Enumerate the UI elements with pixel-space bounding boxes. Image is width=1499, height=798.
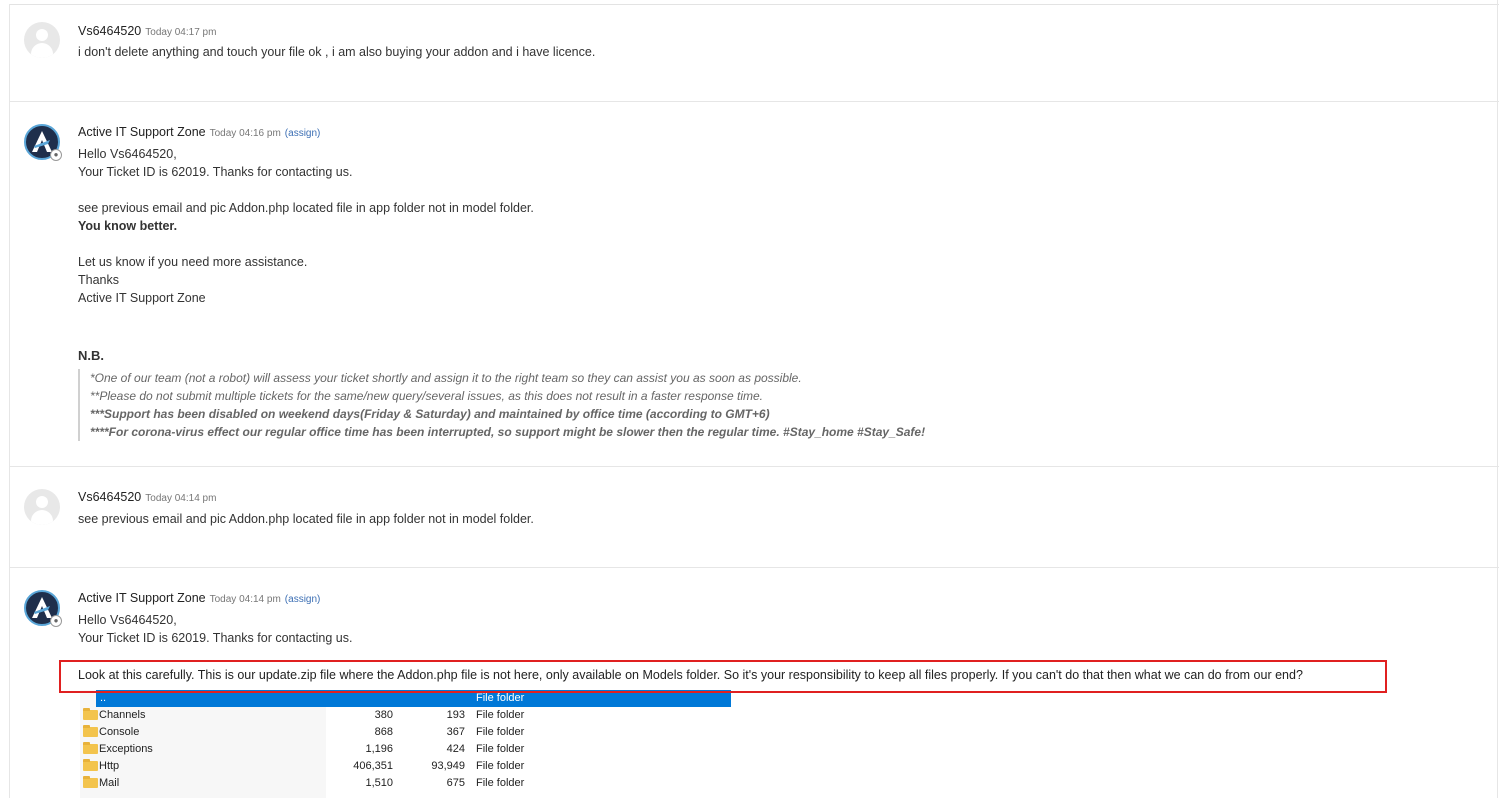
file-size: 1,510	[365, 777, 393, 789]
file-size: 868	[374, 726, 393, 738]
assign-link[interactable]: (assign)	[285, 128, 321, 139]
file-name: Console	[99, 726, 140, 738]
user-avatar	[24, 489, 60, 525]
file-name: ..	[100, 692, 107, 704]
file-size: 380	[374, 709, 393, 721]
ticket-info: Your Ticket ID is 62019. Thanks for cont…	[78, 631, 353, 645]
explorer-row: Channels 380 193 File folder	[80, 707, 740, 724]
file-size: 1,196	[365, 743, 393, 755]
author-name: Vs6464520	[78, 24, 142, 38]
file-type: File folder	[476, 692, 525, 704]
message-body: see previous email and pic Addon.php loc…	[78, 512, 534, 526]
timestamp: Today 04:14 pm	[145, 493, 217, 504]
greeting: Hello Vs6464520,	[78, 147, 177, 161]
explorer-row: Http 406,351 93,949 File folder	[80, 758, 740, 775]
timestamp: Today 04:16 pm	[209, 128, 281, 139]
message-body: i don't delete anything and touch your f…	[78, 45, 596, 59]
explorer-row: Console 868 367 File folder	[80, 724, 740, 741]
folder-icon	[83, 708, 98, 720]
file-name: Exceptions	[99, 743, 153, 755]
file-name: Mail	[99, 777, 120, 789]
folder-icon	[83, 725, 98, 737]
greeting: Hello Vs6464520,	[78, 613, 177, 627]
author-name: Active IT Support Zone	[78, 125, 206, 139]
folder-icon	[83, 742, 98, 754]
note-line: ***Support has been disabled on weekend …	[90, 407, 770, 421]
highlight-box: Look at this carefully. This is our upda…	[59, 660, 1387, 693]
assign-link[interactable]: (assign)	[285, 594, 321, 605]
message-header: Vs6464520 Today 04:14 pm	[78, 490, 216, 504]
left-border	[9, 4, 10, 798]
nb-heading: N.B.	[78, 348, 104, 363]
top-divider	[9, 4, 1499, 5]
file-type: File folder	[476, 760, 525, 772]
timestamp: Today 04:14 pm	[209, 594, 281, 605]
folder-icon	[83, 776, 98, 788]
author-name: Active IT Support Zone	[78, 591, 206, 605]
file-type: File folder	[476, 743, 525, 755]
file-type: File folder	[476, 777, 525, 789]
file-packed-size: 93,949	[431, 760, 465, 772]
file-packed-size: 424	[446, 743, 465, 755]
ticket-info: Your Ticket ID is 62019. Thanks for cont…	[78, 165, 353, 179]
message-header: Active IT Support Zone Today 04:14 pm (ass…	[78, 591, 320, 605]
message-divider	[9, 101, 1499, 102]
highlight-text: Look at this carefully. This is our upda…	[78, 668, 1303, 682]
file-size: 406,351	[353, 760, 393, 772]
message-body: Thanks	[78, 273, 119, 287]
message-body: Let us know if you need more assistance.	[78, 255, 308, 269]
file-packed-size: 675	[446, 777, 465, 789]
file-name: Http	[99, 760, 120, 772]
notes-blockquote: *One of our team (not a robot) will asse…	[78, 369, 940, 441]
folder-icon	[83, 759, 98, 771]
agent-badge-icon: ●	[50, 149, 62, 161]
message-body: see previous email and pic Addon.php loc…	[78, 201, 534, 215]
message-header: Active IT Support Zone Today 04:16 pm (ass…	[78, 125, 320, 139]
timestamp: Today 04:17 pm	[145, 27, 217, 38]
message-header: Vs6464520 Today 04:17 pm	[78, 24, 216, 38]
author-name: Vs6464520	[78, 490, 142, 504]
file-name: Channels	[99, 709, 146, 721]
right-border	[1497, 0, 1498, 798]
file-packed-size: 193	[446, 709, 465, 721]
file-explorer-screenshot: .. File folder Channels 380 193 File fol…	[80, 690, 740, 798]
note-line: **Please do not submit multiple tickets …	[90, 389, 763, 403]
signature: Active IT Support Zone	[78, 291, 206, 305]
message-body-bold: You know better.	[78, 219, 178, 233]
agent-badge-icon: ●	[50, 615, 62, 627]
message-divider	[9, 466, 1499, 467]
explorer-row: Mail 1,510 675 File folder	[80, 775, 740, 792]
file-type: File folder	[476, 709, 525, 721]
user-avatar	[24, 22, 60, 58]
note-line: *One of our team (not a robot) will asse…	[90, 371, 802, 385]
note-line: ****For corona-virus effect our regular …	[90, 425, 926, 439]
file-type: File folder	[476, 726, 525, 738]
message-divider	[9, 567, 1499, 568]
file-packed-size: 367	[446, 726, 465, 738]
explorer-row: Exceptions 1,196 424 File folder	[80, 741, 740, 758]
